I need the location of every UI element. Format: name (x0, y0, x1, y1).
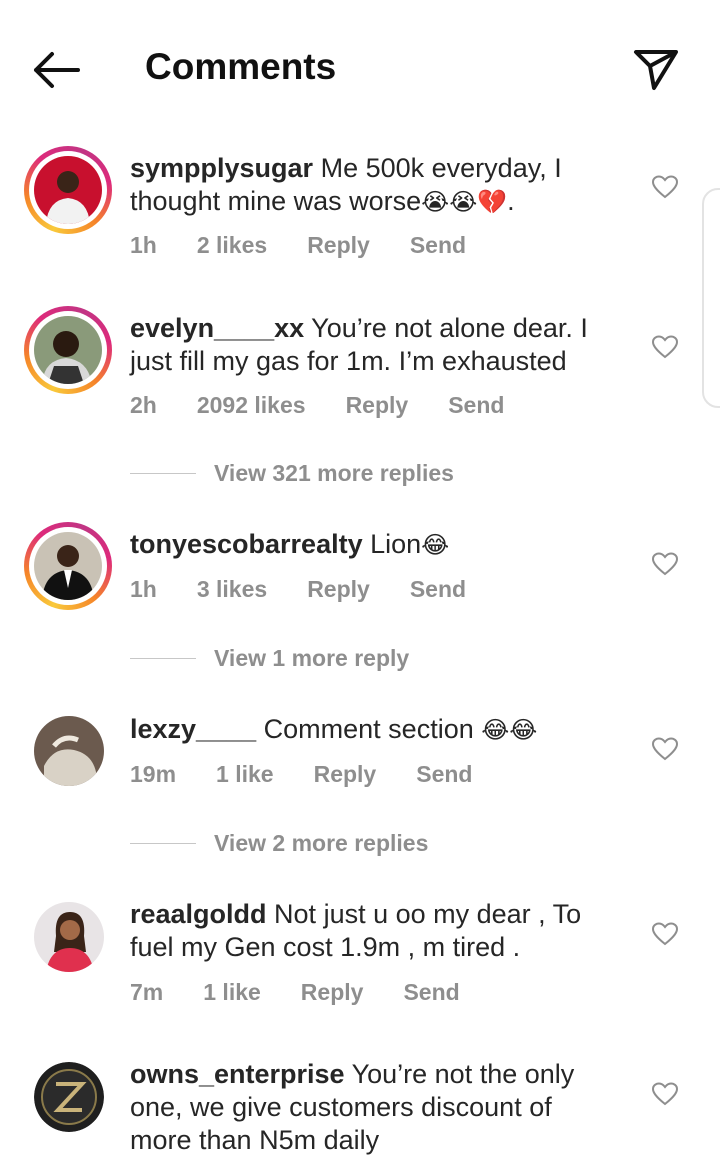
comment-body: Lion (370, 529, 422, 559)
comment-text: sympplysugar Me 500k everyday, I thought… (130, 153, 562, 216)
comment-body: Comment section (263, 714, 482, 744)
reply-button[interactable]: Reply (307, 576, 370, 603)
likes-count[interactable]: 1 like (216, 761, 274, 788)
send-button[interactable]: Send (448, 392, 504, 419)
comment-meta: 1h 3 likes Reply Send (130, 576, 506, 603)
avatar-story-ring[interactable] (24, 522, 112, 610)
send-button[interactable]: Send (416, 761, 472, 788)
heart-icon[interactable] (652, 737, 678, 761)
heart-icon[interactable] (652, 175, 678, 199)
likes-count[interactable]: 2 likes (197, 232, 267, 259)
reply-button[interactable]: Reply (307, 232, 370, 259)
view-more-replies[interactable]: View 321 more replies (130, 460, 454, 487)
comment-username[interactable]: owns_enterprise (130, 1059, 345, 1089)
comment-meta: 1h 2 likes Reply Send (130, 232, 506, 259)
reply-button[interactable]: Reply (301, 979, 364, 1006)
comment-time: 1h (130, 576, 157, 602)
avatar-story-ring[interactable] (24, 146, 112, 234)
heart-icon[interactable] (652, 1082, 678, 1106)
divider-line (130, 658, 196, 659)
comment-username[interactable]: tonyescobarrealty (130, 529, 363, 559)
divider-line (130, 843, 196, 844)
header: Comments (0, 0, 720, 140)
comment-text: evelyn____xx You’re not alone dear. I ju… (130, 312, 610, 378)
comment-username[interactable]: lexzy____ (130, 714, 256, 744)
send-button[interactable]: Send (410, 232, 466, 259)
comment-emoji: 😭😭💔 (421, 188, 508, 216)
comment-emoji: 😂😂 (481, 716, 538, 744)
comment-username[interactable]: reaalgoldd (130, 899, 267, 929)
comment-username[interactable]: evelyn____xx (130, 313, 304, 343)
likes-count[interactable]: 3 likes (197, 576, 267, 603)
comment-time: 7m (130, 979, 164, 1005)
back-arrow-icon[interactable] (30, 50, 82, 90)
comment-emoji: 😂 (421, 531, 450, 559)
send-button[interactable]: Send (410, 576, 466, 603)
comment-time: 19m (130, 761, 177, 787)
likes-count[interactable]: 2092 likes (197, 392, 306, 419)
avatar[interactable] (34, 902, 104, 972)
view-more-replies[interactable]: View 1 more reply (130, 645, 409, 672)
comment-time: 2h (130, 392, 157, 418)
likes-count[interactable]: 1 like (203, 979, 261, 1006)
comment-time: 1h (130, 232, 157, 258)
comment-username[interactable]: sympplysugar (130, 153, 313, 183)
avatar (34, 156, 102, 224)
heart-icon[interactable] (652, 552, 678, 576)
comment-text: tonyescobarrealty Lion😂 (130, 528, 610, 562)
view-more-replies[interactable]: View 2 more replies (130, 830, 428, 857)
comment-text: owns_enterprise You’re not the only one,… (130, 1058, 610, 1157)
avatar-story-ring[interactable] (24, 306, 112, 394)
page-title: Comments (145, 46, 337, 87)
comment-meta: 2h 2092 likes Reply Send (130, 392, 544, 419)
avatar (34, 532, 102, 600)
send-button[interactable]: Send (403, 979, 459, 1006)
reply-button[interactable]: Reply (346, 392, 409, 419)
avatar[interactable] (34, 716, 104, 786)
divider-line (130, 473, 196, 474)
comment-meta: 7m 1 like Reply Send (130, 979, 500, 1006)
avatar[interactable] (34, 1062, 104, 1132)
heart-icon[interactable] (652, 335, 678, 359)
comment-text: lexzy____ Comment section 😂😂 (130, 713, 610, 747)
scroll-indicator (702, 188, 720, 408)
avatar (34, 316, 102, 384)
direct-send-icon[interactable] (630, 44, 682, 94)
heart-icon[interactable] (652, 922, 678, 946)
reply-button[interactable]: Reply (314, 761, 377, 788)
comment-meta: 19m 1 like Reply Send (130, 761, 512, 788)
comment-text: reaalgoldd Not just u oo my dear , To fu… (130, 898, 610, 964)
